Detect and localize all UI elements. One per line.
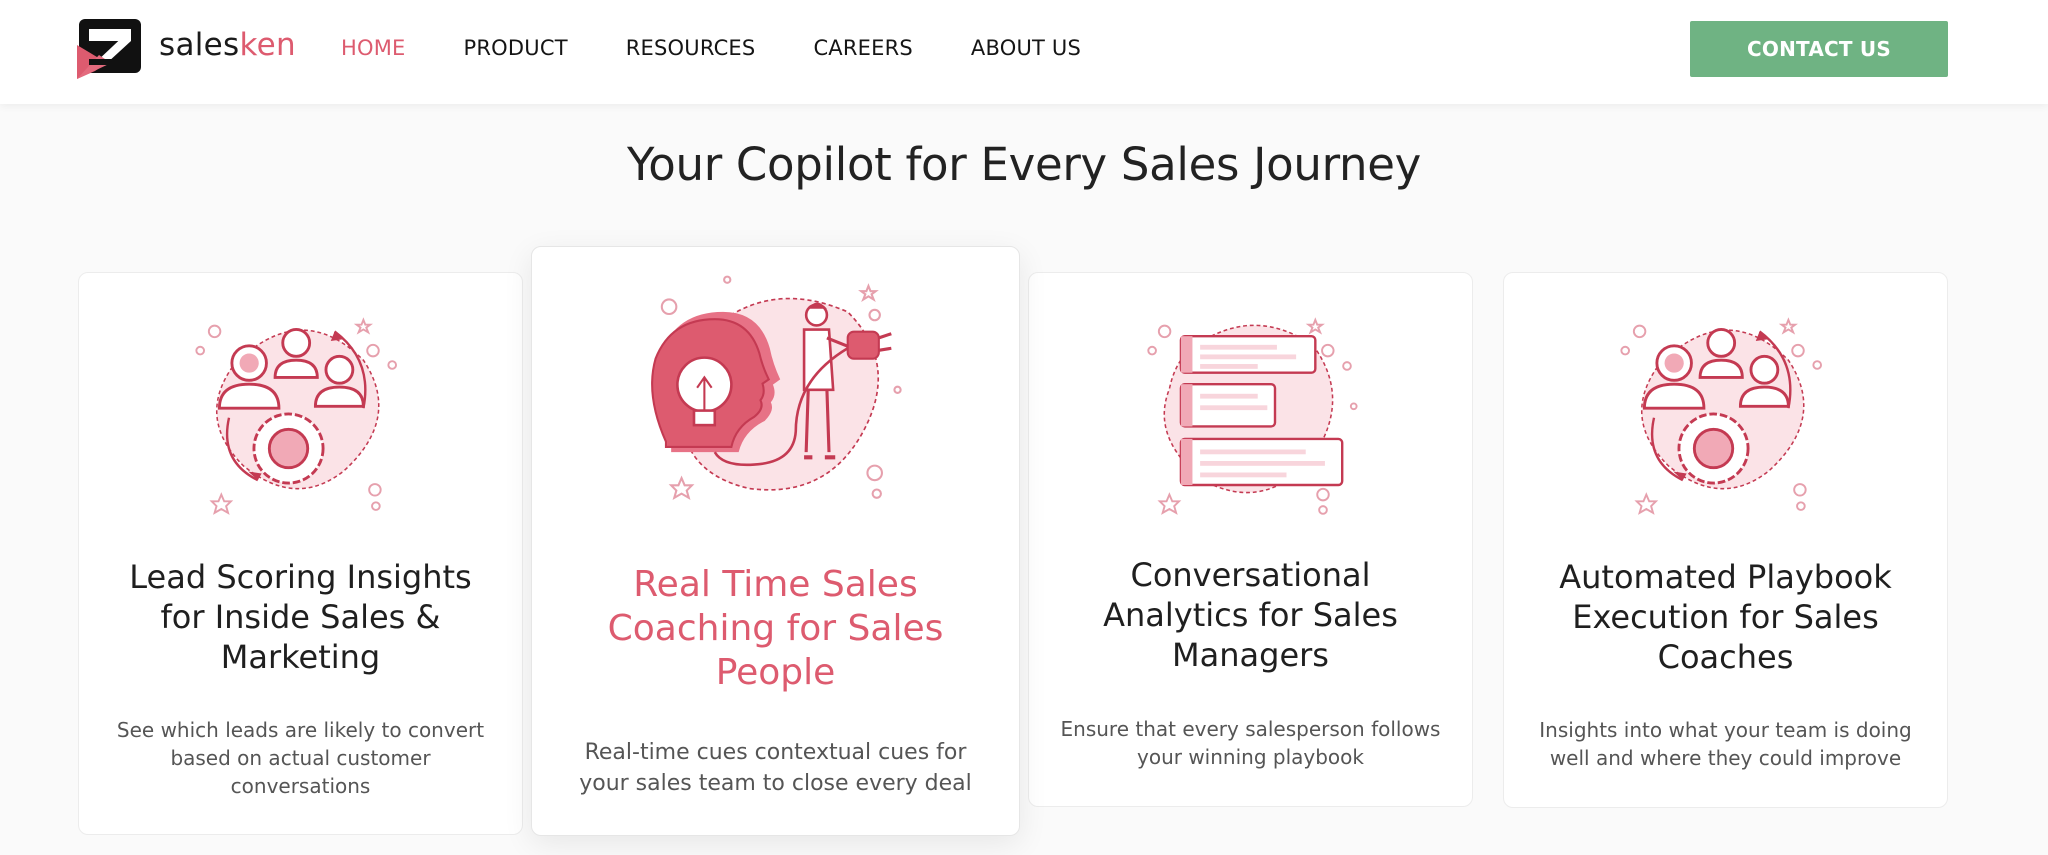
card-title: Conversational Analytics for Sales Manag…	[1103, 556, 1398, 674]
card-description: See which leads are likely to convert ba…	[116, 718, 485, 798]
nav-resources[interactable]: RESOURCES	[626, 36, 756, 60]
people-gear-illustration-icon	[1620, 317, 1822, 515]
card-title: Automated Playbook Execution for Sales C…	[1559, 558, 1892, 676]
site-header: salesken HOME PRODUCT RESOURCES CAREERS …	[0, 0, 2048, 104]
head-lightbulb-plug-illustration-icon	[651, 275, 902, 500]
card-title: Lead Scoring Insights for Inside Sales &…	[129, 558, 472, 676]
card-description: Insights into what your team is doing we…	[1539, 718, 1912, 770]
feature-card-real-time-coaching[interactable]: Real Time Sales Coaching for Sales Peopl…	[531, 246, 1020, 836]
stacked-bars-illustration-icon	[1147, 317, 1358, 515]
brand-suffix: ken	[239, 27, 296, 63]
brand-prefix: sales	[159, 27, 240, 63]
card-title: Real Time Sales Coaching for Sales Peopl…	[607, 564, 944, 693]
nav-home[interactable]: HOME	[341, 36, 406, 60]
nav-careers[interactable]: CAREERS	[813, 36, 912, 60]
feature-card-conversational-analytics[interactable]: Conversational Analytics for Sales Manag…	[1028, 272, 1473, 807]
feature-card-playbook-execution[interactable]: Automated Playbook Execution for Sales C…	[1503, 272, 1948, 808]
salesken-logo[interactable]: salesken	[77, 19, 296, 79]
brand-wordmark: salesken	[159, 27, 296, 63]
main-nav: HOME PRODUCT RESOURCES CAREERS ABOUT US	[341, 36, 1139, 60]
feature-card-lead-scoring[interactable]: Lead Scoring Insights for Inside Sales &…	[78, 272, 523, 835]
card-description: Real-time cues contextual cues for your …	[579, 740, 972, 796]
nav-product[interactable]: PRODUCT	[464, 36, 568, 60]
people-gear-illustration-icon	[195, 317, 397, 515]
nav-about-us[interactable]: ABOUT US	[971, 36, 1081, 60]
salesken-logo-icon	[77, 19, 141, 79]
contact-us-button[interactable]: CONTACT US	[1690, 21, 1948, 77]
card-description: Ensure that every salesperson follows yo…	[1060, 717, 1441, 769]
section-title: Your Copilot for Every Sales Journey	[627, 138, 1421, 191]
